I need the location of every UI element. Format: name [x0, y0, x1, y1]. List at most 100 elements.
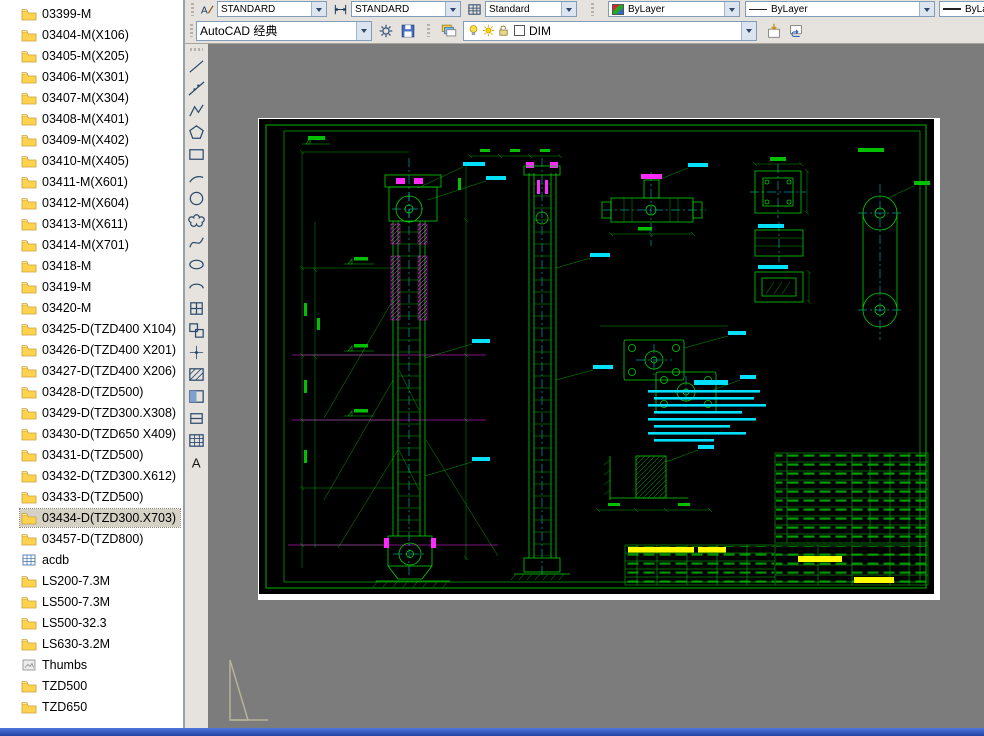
linetype-control-combo[interactable]: ByLayer	[745, 1, 935, 17]
toolbar-grip[interactable]	[190, 48, 203, 51]
workspace-settings-button[interactable]	[375, 20, 397, 41]
file-list-item[interactable]: TZD650	[0, 696, 183, 717]
tool-circle-button[interactable]	[186, 188, 207, 209]
tool-construction-line-button[interactable]	[186, 78, 207, 99]
cad-drawing	[258, 118, 940, 600]
file-list-item[interactable]: 03407-M(X304)	[0, 87, 183, 108]
color-value: ByLayer	[628, 4, 722, 15]
toolbar-grip[interactable]	[190, 24, 193, 37]
make-object-layer-current-button[interactable]	[763, 20, 785, 41]
table-icon	[187, 431, 206, 450]
revision-cloud-icon	[187, 211, 206, 230]
layer-properties-button[interactable]	[438, 20, 460, 41]
tool-spline-button[interactable]	[186, 232, 207, 253]
tool-revision-cloud-button[interactable]	[186, 210, 207, 231]
tool-make-block-button[interactable]	[186, 320, 207, 341]
folder-icon	[21, 511, 37, 525]
folder-icon	[21, 7, 37, 21]
file-list-item[interactable]: 03409-M(X402)	[0, 129, 183, 150]
table-style-button[interactable]	[465, 1, 483, 17]
dim-style-combo[interactable]: STANDARD	[351, 1, 461, 17]
text-style-button[interactable]: A	[197, 1, 215, 17]
file-list-item[interactable]: 03406-M(X301)	[0, 66, 183, 87]
text-style-combo[interactable]: STANDARD	[217, 1, 327, 17]
workspace-combo[interactable]: AutoCAD 经典	[196, 21, 372, 41]
dim-style-button[interactable]	[331, 1, 349, 17]
tool-rectangle-button[interactable]	[186, 144, 207, 165]
file-list-item[interactable]: 03419-M	[0, 276, 183, 297]
file-list-item[interactable]: 03411-M(X601)	[0, 171, 183, 192]
tool-multiline-text-button[interactable]: A	[186, 452, 207, 473]
file-list-item[interactable]: 03412-M(X604)	[0, 192, 183, 213]
table-style-value: Standard	[489, 4, 559, 15]
file-list-item[interactable]: 03426-D(TZD400 X201)	[0, 339, 183, 360]
file-list-item[interactable]: 03428-D(TZD500)	[0, 381, 183, 402]
file-item-box: LS200-7.3M	[20, 572, 114, 590]
circle-icon	[187, 189, 206, 208]
file-list-item[interactable]: 03405-M(X205)	[0, 45, 183, 66]
tool-hatch-button[interactable]	[186, 364, 207, 385]
tool-region-button[interactable]	[186, 408, 207, 429]
file-list-item[interactable]: LS630-3.2M	[0, 633, 183, 654]
file-item-label: 03399-M	[42, 7, 91, 21]
folder-icon	[21, 343, 37, 357]
arc-icon	[187, 167, 206, 186]
file-list-item[interactable]: 03408-M(X401)	[0, 108, 183, 129]
file-list-item[interactable]: 03429-D(TZD300.X308)	[0, 402, 183, 423]
toolbar-grip[interactable]	[427, 24, 430, 37]
save-workspace-button[interactable]	[397, 20, 419, 41]
file-item-box: 03404-M(X106)	[20, 26, 133, 44]
tool-polyline-button[interactable]	[186, 100, 207, 121]
file-item-box: 03406-M(X301)	[20, 68, 133, 86]
toolbar-grip[interactable]	[591, 3, 594, 16]
file-list-item[interactable]: 03427-D(TZD400 X206)	[0, 360, 183, 381]
tool-line-button[interactable]	[186, 56, 207, 77]
file-list-item[interactable]: 03457-D(TZD800)	[0, 528, 183, 549]
file-item-box: 03418-M	[20, 257, 95, 275]
file-list-item[interactable]: 03399-M	[0, 3, 183, 24]
color-control-combo[interactable]: ByLayer	[608, 1, 740, 17]
folder-icon	[21, 28, 37, 42]
file-list-item[interactable]: 03420-M	[0, 297, 183, 318]
file-item-label: 03407-M(X304)	[42, 91, 129, 105]
file-list-item[interactable]: LS200-7.3M	[0, 570, 183, 591]
layer-name-value: DIM	[529, 24, 739, 38]
file-list-item[interactable]: 03431-D(TZD500)	[0, 444, 183, 465]
file-list-item[interactable]: 03425-D(TZD400 X104)	[0, 318, 183, 339]
file-list-item[interactable]: Thumbs	[0, 654, 183, 675]
file-list-item[interactable]: TZD500	[0, 675, 183, 696]
file-item-box: 03409-M(X402)	[20, 131, 133, 149]
file-list-item[interactable]: 03404-M(X106)	[0, 24, 183, 45]
svg-text:A: A	[192, 455, 201, 470]
color-swatch-icon	[612, 4, 624, 15]
lineweight-control-combo[interactable]: ByLayer	[939, 1, 984, 17]
tool-point-button[interactable]	[186, 342, 207, 363]
file-list-item[interactable]: 03414-M(X701)	[0, 234, 183, 255]
tool-ellipse-button[interactable]	[186, 254, 207, 275]
drawing-canvas[interactable]	[208, 44, 984, 728]
tool-insert-block-button[interactable]	[186, 298, 207, 319]
table-style-combo[interactable]: Standard	[485, 1, 577, 17]
tool-table-button[interactable]	[186, 430, 207, 451]
tool-gradient-button[interactable]	[186, 386, 207, 407]
lineweight-icon	[943, 8, 961, 10]
file-list-item[interactable]: 03413-M(X611)	[0, 213, 183, 234]
chevron-down-icon	[311, 2, 326, 16]
file-list-item[interactable]: 03434-D(TZD300.X703)	[0, 507, 183, 528]
tool-ellipse-arc-button[interactable]	[186, 276, 207, 297]
file-list-item[interactable]: 03430-D(TZD650 X409)	[0, 423, 183, 444]
ucs-icon	[222, 656, 272, 726]
layer-control-combo[interactable]: DIM	[463, 21, 757, 41]
file-list-item[interactable]: acdb	[0, 549, 183, 570]
file-list-item[interactable]: 03433-D(TZD500)	[0, 486, 183, 507]
toolbar-grip[interactable]	[191, 3, 194, 16]
file-list-item[interactable]: LS500-7.3M	[0, 591, 183, 612]
tool-polygon-button[interactable]	[186, 122, 207, 143]
file-list-item[interactable]: 03410-M(X405)	[0, 150, 183, 171]
file-item-box: 03426-D(TZD400 X201)	[20, 341, 180, 359]
layer-previous-button[interactable]	[785, 20, 807, 41]
tool-arc-button[interactable]	[186, 166, 207, 187]
file-list-item[interactable]: 03418-M	[0, 255, 183, 276]
file-list-item[interactable]: LS500-32.3	[0, 612, 183, 633]
file-list-item[interactable]: 03432-D(TZD300.X612)	[0, 465, 183, 486]
